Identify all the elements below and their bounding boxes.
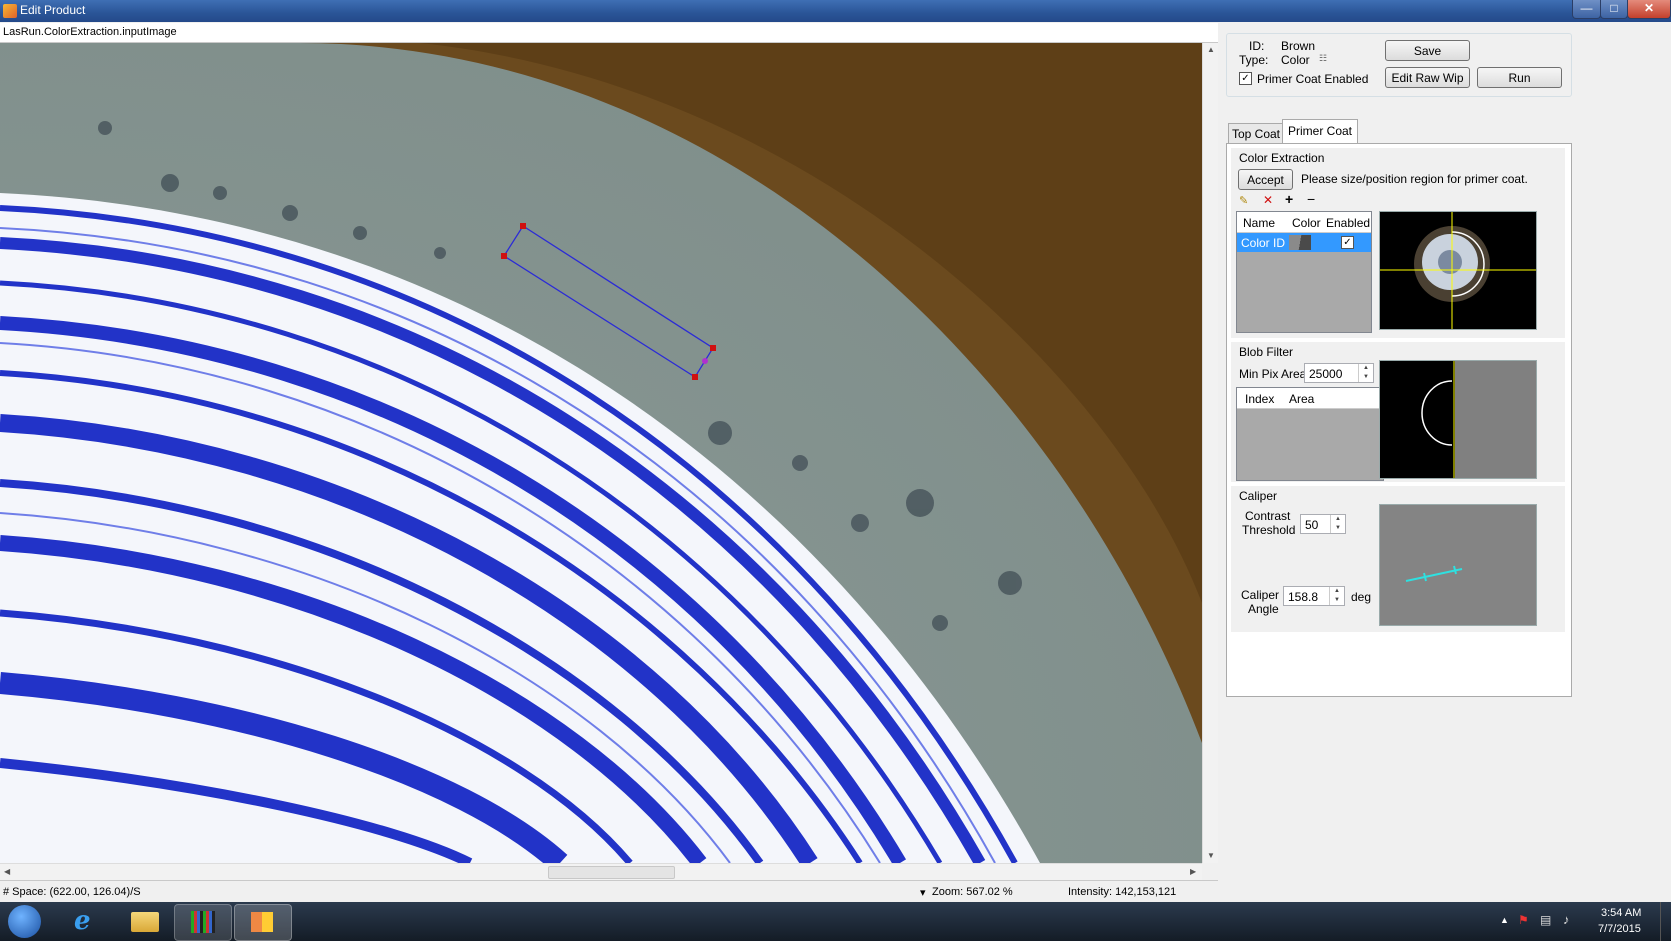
run-button[interactable]: Run (1477, 67, 1562, 88)
color-id-grid[interactable]: Name Color Enabled Color ID ✓ (1236, 211, 1372, 333)
spin-arrows-icon[interactable]: ▲ ▼ (1358, 364, 1373, 382)
minimize-button[interactable]: — (1572, 0, 1601, 19)
blob-preview-image (1379, 360, 1537, 479)
min-pix-area-stepper[interactable]: 25000 ▲ ▼ (1304, 363, 1374, 383)
taskbar: e ▲ ⚑ ▤ ♪ 3:54 AM 7/7/2015 (0, 902, 1671, 941)
caliper-group: Caliper Contrast Threshold 50 ▲ ▼ Caliper… (1231, 486, 1565, 632)
caliper-title: Caliper (1239, 489, 1278, 503)
color-extraction-title: Color Extraction (1239, 151, 1325, 165)
blob-filter-title: Blob Filter (1239, 345, 1294, 359)
app-icon (3, 4, 17, 18)
tab-top-coat[interactable]: Top Coat (1228, 123, 1284, 144)
remove-icon[interactable]: − (1307, 191, 1315, 207)
volume-icon[interactable]: ♪ (1563, 912, 1570, 927)
clock-date[interactable]: 7/7/2015 (1598, 923, 1641, 935)
table-row[interactable]: Color ID ✓ (1237, 233, 1371, 252)
column-color: Color (1292, 216, 1321, 230)
caliper-preview-image (1379, 504, 1537, 626)
image-viewer[interactable] (0, 43, 1202, 863)
angle-unit: deg (1351, 590, 1372, 604)
accept-button[interactable]: Accept (1238, 169, 1293, 190)
grid-header: Name Color Enabled (1237, 212, 1371, 233)
primer-coat-tab-panel: Color Extraction Accept Please size/posi… (1226, 143, 1572, 697)
taskbar-edit-product-icon[interactable] (234, 904, 292, 941)
contrast-threshold-stepper[interactable]: 50 ▲ ▼ (1300, 514, 1346, 534)
palette-icon: ☷ (1319, 53, 1328, 63)
color-extraction-group: Color Extraction Accept Please size/posi… (1231, 148, 1565, 338)
viewer-label: LasRun.ColorExtraction.inputImage (3, 26, 177, 38)
column-name: Name (1243, 216, 1276, 230)
angle-label-line2: Angle (1248, 602, 1279, 616)
product-group: ID: Brown Type: Color ☷ ✓ Primer Coat En… (1226, 33, 1572, 97)
primer-enabled-checkbox[interactable]: ✓ (1239, 72, 1252, 85)
min-pix-area-value: 25000 (1309, 367, 1343, 381)
microscope-image (0, 43, 1202, 863)
zoom-readout: Zoom: 567.02 % (932, 886, 1013, 898)
status-bar: # Space: (622.00, 126.04)/S ▾ Zoom: 567.… (0, 880, 1218, 903)
properties-panel: ID: Brown Type: Color ☷ ✓ Primer Coat En… (1218, 23, 1671, 901)
blob-grid[interactable]: Index Area (1236, 387, 1384, 481)
color-swatch (1289, 235, 1311, 250)
row-enabled-checkbox[interactable]: ✓ (1341, 236, 1354, 249)
tray-expand-icon[interactable]: ▲ (1500, 915, 1509, 925)
clock-time[interactable]: 3:54 AM (1601, 907, 1641, 919)
type-value: Color (1281, 53, 1310, 67)
instruction-text: Please size/position region for primer c… (1301, 172, 1528, 186)
vertical-scrollbar[interactable]: ▲ ▼ (1202, 43, 1219, 863)
delete-icon[interactable]: ✕ (1263, 193, 1273, 207)
column-index: Index (1245, 392, 1275, 406)
angle-label-line1: Caliper (1241, 588, 1280, 602)
column-area: Area (1289, 392, 1315, 406)
min-pix-area-label: Min Pix Area (1239, 367, 1307, 381)
type-label: Type: (1239, 53, 1269, 67)
taskbar-app-grid-icon[interactable] (174, 904, 232, 941)
edit-icon[interactable]: ✎ (1239, 194, 1248, 207)
action-center-flag-icon[interactable]: ⚑ (1518, 913, 1529, 927)
spin-arrows-icon[interactable]: ▲ ▼ (1329, 587, 1344, 605)
caliper-angle-value: 158.8 (1288, 590, 1319, 604)
contrast-label-line2: Threshold (1242, 523, 1296, 537)
viewer-label-bar: LasRun.ColorExtraction.inputImage (0, 23, 1218, 43)
zoom-dropdown-icon[interactable]: ▾ (920, 886, 926, 899)
window-title: Edit Product (20, 3, 86, 17)
row-name: Color ID (1241, 236, 1286, 250)
blob-filter-group: Blob Filter Min Pix Area 25000 ▲ ▼ Index … (1231, 342, 1565, 482)
tab-primer-coat[interactable]: Primer Coat (1282, 119, 1358, 144)
maximize-button[interactable]: □ (1600, 0, 1628, 19)
start-button[interactable] (8, 905, 41, 938)
internet-explorer-icon[interactable]: e (60, 904, 116, 939)
intensity-readout: Intensity: 142,153,121 (1068, 886, 1177, 898)
id-label: ID: (1249, 39, 1265, 53)
network-icon[interactable]: ▤ (1540, 913, 1551, 927)
add-icon[interactable]: + (1285, 191, 1293, 207)
caliper-angle-stepper[interactable]: 158.8 ▲ ▼ (1283, 586, 1345, 606)
spin-arrows-icon[interactable]: ▲ ▼ (1330, 515, 1345, 533)
close-button[interactable]: ✕ (1627, 0, 1671, 19)
save-button[interactable]: Save (1385, 40, 1470, 61)
contrast-threshold-value: 50 (1305, 518, 1319, 532)
color-preview-image (1379, 211, 1537, 330)
contrast-label-line1: Contrast (1245, 509, 1291, 523)
title-bar: Edit Product — □ ✕ (0, 0, 1671, 22)
edit-raw-wip-button[interactable]: Edit Raw Wip (1385, 67, 1470, 88)
id-value: Brown (1281, 39, 1316, 53)
primer-enabled-label: Primer Coat Enabled (1257, 72, 1369, 86)
show-desktop-button[interactable] (1660, 902, 1671, 941)
space-readout: # Space: (622.00, 126.04)/S (3, 886, 141, 898)
file-explorer-icon[interactable] (116, 904, 172, 939)
blob-grid-header: Index Area (1237, 388, 1383, 409)
horizontal-scrollbar[interactable]: ◀ ▶ (0, 863, 1202, 880)
column-enabled: Enabled (1326, 216, 1371, 230)
scroll-thumb[interactable] (548, 866, 675, 879)
